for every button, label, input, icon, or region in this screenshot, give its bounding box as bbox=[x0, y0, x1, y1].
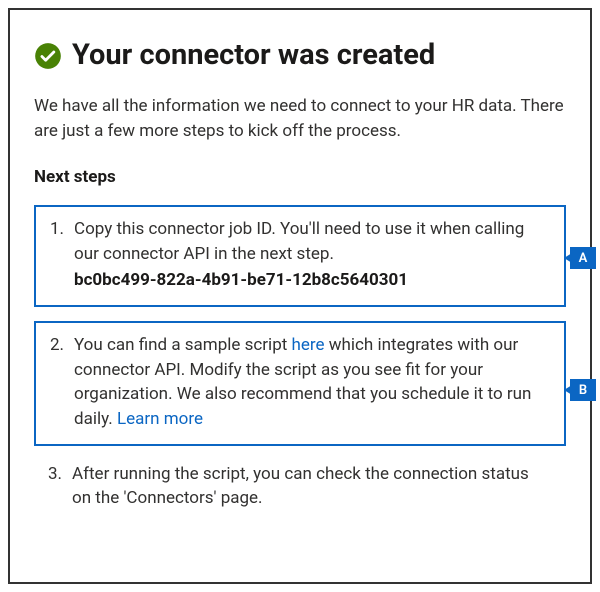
callout-label-a: A bbox=[570, 247, 596, 269]
step-number: 1. bbox=[50, 217, 68, 242]
list-item: 2. You can find a sample script here whi… bbox=[50, 333, 550, 432]
sample-script-link[interactable]: here bbox=[292, 335, 325, 355]
step-3-text: After running the script, you can check … bbox=[72, 462, 552, 511]
step-3-box: 3. After running the script, you can che… bbox=[34, 460, 566, 521]
intro-text: We have all the information we need to c… bbox=[34, 94, 566, 143]
learn-more-link[interactable]: Learn more bbox=[117, 409, 203, 429]
step-2-text-before: You can find a sample script bbox=[74, 335, 292, 355]
connector-job-id: bc0bc499-822a-4b91-be71-12b8c5640301 bbox=[74, 268, 550, 293]
step-2-row: 2. You can find a sample script here whi… bbox=[34, 321, 566, 446]
step-3-row: 3. After running the script, you can che… bbox=[34, 460, 566, 521]
step-2-box: 2. You can find a sample script here whi… bbox=[34, 321, 566, 446]
header: Your connector was created bbox=[34, 40, 566, 72]
step-body: Copy this connector job ID. You'll need … bbox=[74, 217, 550, 293]
page-title: Your connector was created bbox=[72, 40, 435, 72]
step-1-row: 1. Copy this connector job ID. You'll ne… bbox=[34, 205, 566, 307]
callout-label-b: B bbox=[570, 379, 596, 401]
steps-list: 1. Copy this connector job ID. You'll ne… bbox=[34, 205, 566, 521]
next-steps-heading: Next steps bbox=[34, 167, 566, 187]
step-number: 3. bbox=[48, 462, 66, 487]
list-item: 3. After running the script, you can che… bbox=[48, 462, 552, 511]
success-check-icon bbox=[34, 42, 62, 70]
list-item: 1. Copy this connector job ID. You'll ne… bbox=[50, 217, 550, 293]
step-body: You can find a sample script here which … bbox=[74, 333, 550, 432]
step-1-text: Copy this connector job ID. You'll need … bbox=[74, 219, 524, 264]
wizard-success-panel: Your connector was created We have all t… bbox=[8, 8, 592, 584]
step-1-box: 1. Copy this connector job ID. You'll ne… bbox=[34, 205, 566, 307]
step-number: 2. bbox=[50, 333, 68, 358]
